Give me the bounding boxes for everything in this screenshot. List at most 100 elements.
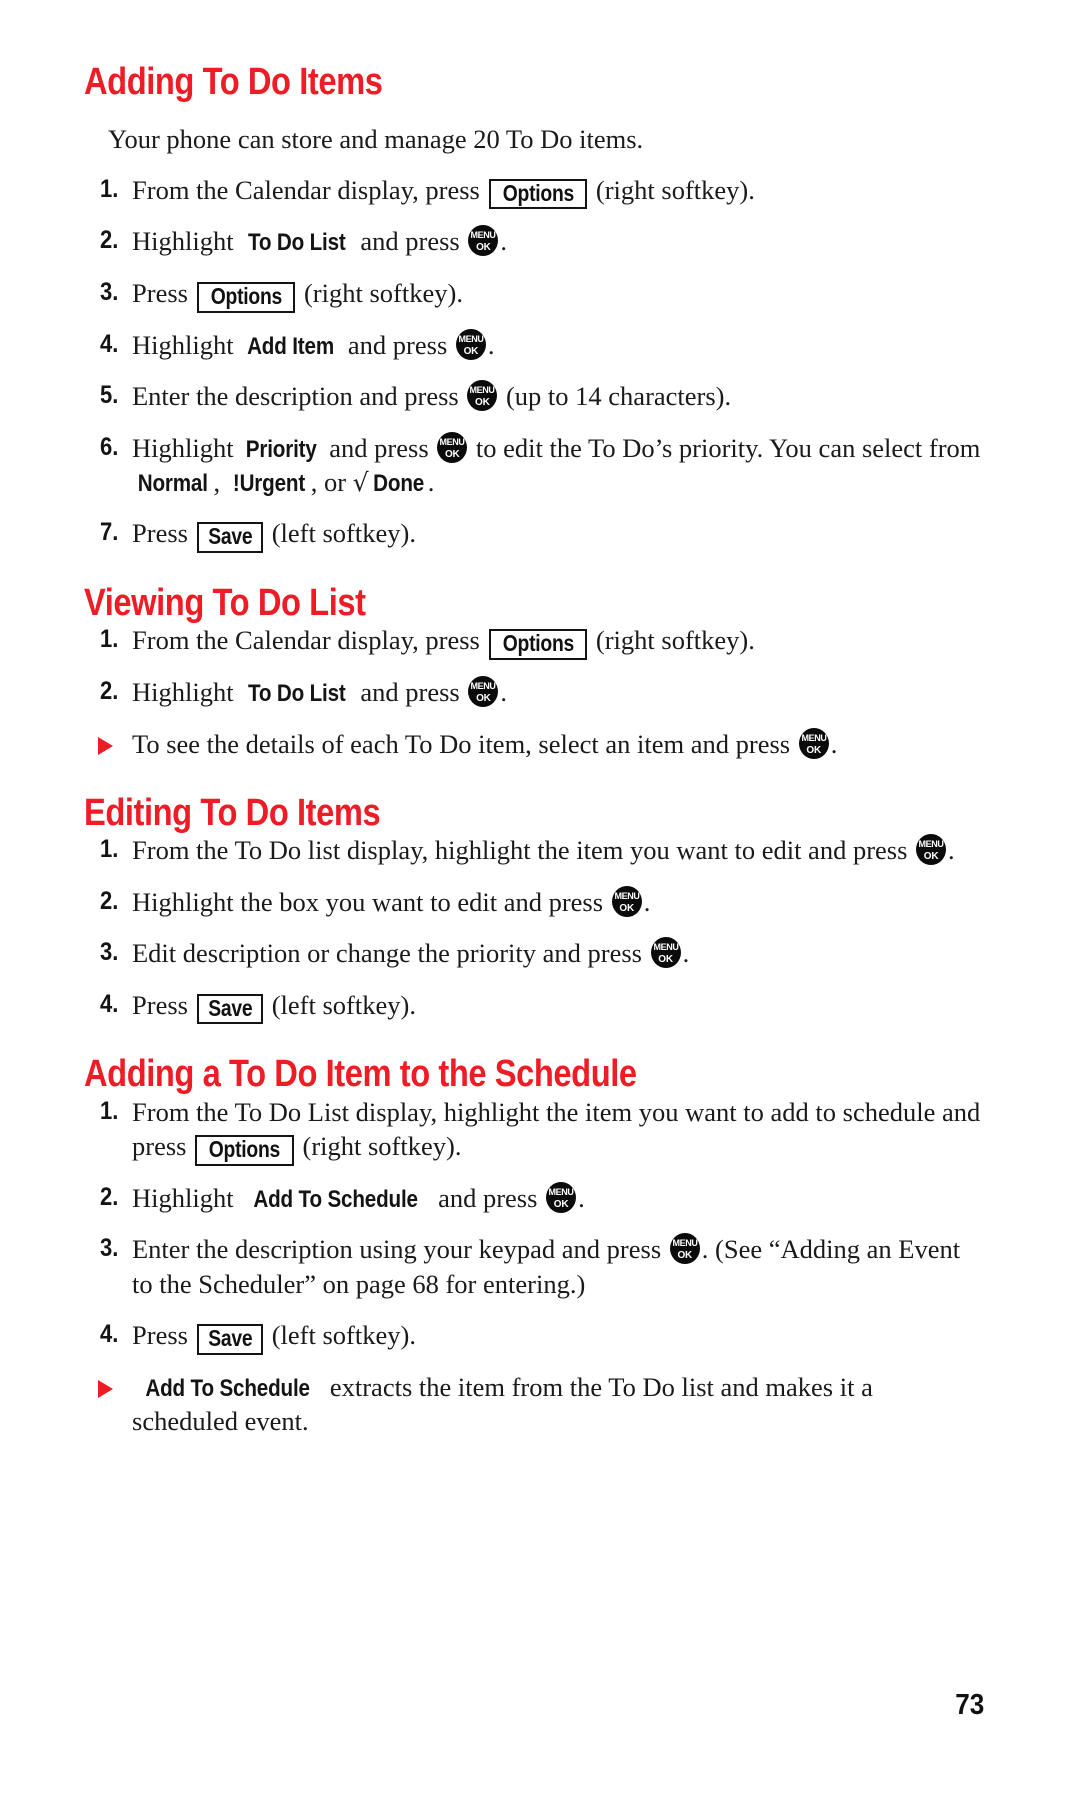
softkey-label: Save (207, 1325, 252, 1352)
menu-ok-bottom-label: OK (476, 693, 491, 705)
section-editing-to-do-items: Editing To Do Items 1. From the To Do lis… (84, 793, 984, 1025)
step-text: , (213, 466, 227, 497)
step-text: and press (353, 677, 467, 708)
step-text: . (487, 329, 495, 360)
step-text: Edit description or change the priority … (132, 938, 649, 969)
ui-term: Normal (137, 469, 208, 497)
step-text: (left softkey). (265, 518, 416, 549)
step-text: (right softkey). (589, 625, 755, 656)
ui-term: Add To Schedule (253, 1185, 419, 1213)
step-list: 1. From the To Do List display, highlight… (84, 1095, 984, 1439)
step-text: . (948, 835, 955, 866)
page-number: 73 (954, 1689, 984, 1721)
section-adding-to-do-items: Adding To Do Items Your phone can store … (84, 61, 984, 554)
menu-ok-key-icon[interactable]: MENU OK (468, 676, 499, 708)
softkey-options-button[interactable]: Options (196, 281, 296, 313)
menu-ok-bottom-label: OK (444, 448, 460, 460)
step-item: 2. Highlight To Do List and press MENU OK. (84, 675, 984, 709)
step-item: 1. From the To Do List display, highlight… (84, 1095, 984, 1166)
menu-ok-key-icon[interactable]: MENU OK (798, 727, 829, 759)
ui-term: Done (372, 469, 424, 497)
menu-ok-bottom-label: OK (923, 851, 939, 863)
step-number: 2. (100, 677, 119, 706)
step-number: 3. (100, 938, 119, 967)
step-list: 1. From the Calendar display, press Optio… (84, 623, 984, 761)
section-heading: Viewing To Do List (84, 582, 366, 625)
step-text: . (427, 466, 435, 497)
step-item: 4. Highlight Add Item and press MENU OK. (84, 328, 984, 362)
ui-term: To Do List (248, 680, 346, 708)
menu-ok-key-icon[interactable]: MENU OK (669, 1233, 700, 1265)
ui-term: To Do List (248, 229, 346, 257)
softkey-options-button[interactable]: Options (488, 178, 588, 210)
step-text: and press (341, 329, 454, 360)
step-text: (right softkey). (297, 277, 463, 308)
softkey-options-button[interactable]: Options (195, 1135, 294, 1166)
softkey-options-button[interactable]: Options (488, 629, 588, 661)
section-viewing-to-do-list: Viewing To Do List 1. From the Calendar d… (84, 583, 984, 761)
menu-ok-bottom-label: OK (475, 397, 490, 409)
step-number: 2. (100, 1182, 119, 1211)
step-text: . (578, 1182, 585, 1213)
softkey-label: Save (207, 523, 252, 550)
step-text: From the Calendar display, press (132, 625, 487, 656)
step-item: 4. Press Save (left softkey). (84, 1318, 984, 1355)
step-text: Press (132, 1320, 195, 1351)
step-text: Highlight (132, 677, 241, 708)
menu-ok-key-icon[interactable]: MENU OK (455, 328, 486, 360)
softkey-label: Options (502, 179, 574, 206)
menu-ok-key-icon[interactable]: MENU OK (467, 380, 498, 412)
step-text: (right softkey). (589, 174, 755, 205)
manual-page: Adding To Do Items Your phone can store … (0, 0, 1080, 1800)
triangle-bullet-icon (98, 1379, 113, 1398)
step-list: 1. From the To Do list display, highlight… (84, 833, 984, 1025)
step-list: 1. From the Calendar display, press Optio… (84, 173, 984, 554)
menu-ok-key-icon[interactable]: MENU OK (611, 885, 642, 917)
menu-ok-key-icon[interactable]: MENU OK (916, 834, 947, 866)
step-number: 7. (100, 518, 119, 547)
step-item: 1. From the Calendar display, press Optio… (84, 623, 984, 661)
softkey-save-button[interactable]: Save (196, 522, 264, 554)
step-text: and press (353, 226, 467, 257)
menu-ok-key-icon[interactable]: MENU OK (650, 937, 681, 969)
ui-term: !Urgent (232, 469, 305, 497)
menu-ok-key-icon[interactable]: MENU OK (546, 1181, 577, 1213)
step-text: to edit the To Do’s priority. You can se… (469, 432, 981, 463)
step-text: Press (132, 277, 195, 308)
step-text: (right softkey). (295, 1131, 462, 1162)
step-text: . (500, 677, 507, 708)
section-intro-text: Your phone can store and manage 20 To Do… (108, 124, 644, 155)
note-bullet-item: To see the details of each To Do item, s… (84, 727, 984, 761)
softkey-save-button[interactable]: Save (196, 1324, 264, 1355)
softkey-label: Save (207, 994, 252, 1021)
check-radical-icon: √ (352, 467, 369, 497)
step-text: Highlight the box you want to edit and p… (132, 886, 610, 917)
menu-ok-key-icon[interactable]: MENU OK (468, 225, 499, 257)
step-text: and press (322, 432, 436, 463)
section-adding-a-to-do-item-to-the-schedule: Adding a To Do Item to the Schedule 1. Fr… (84, 1054, 984, 1438)
step-number: 1. (100, 1096, 119, 1125)
step-number: 1. (100, 625, 119, 654)
menu-ok-bottom-label: OK (476, 242, 491, 254)
step-text: From the Calendar display, press (132, 174, 487, 205)
step-text: Enter the description and press (132, 381, 466, 412)
step-text: . (682, 938, 690, 969)
step-text: . (830, 728, 838, 759)
step-item: 3. Enter the description using your keypa… (84, 1232, 984, 1301)
menu-ok-bottom-label: OK (806, 744, 822, 756)
step-text: Highlight (132, 329, 241, 360)
softkey-save-button[interactable]: Save (196, 993, 264, 1025)
step-item: 4. Press Save (left softkey). (84, 988, 984, 1025)
step-number: 1. (100, 835, 119, 864)
step-number: 1. (100, 174, 119, 203)
step-number: 6. (100, 432, 119, 461)
menu-ok-key-icon[interactable]: MENU OK (437, 431, 468, 463)
softkey-label: Options (208, 1136, 281, 1163)
step-item: 7. Press Save (left softkey). (84, 516, 984, 554)
step-text: . (500, 226, 507, 257)
step-number: 4. (100, 1320, 119, 1349)
step-number: 3. (100, 1234, 119, 1263)
step-text: Highlight (132, 432, 241, 463)
step-number: 3. (100, 277, 119, 306)
section-heading: Adding To Do Items (84, 61, 383, 103)
